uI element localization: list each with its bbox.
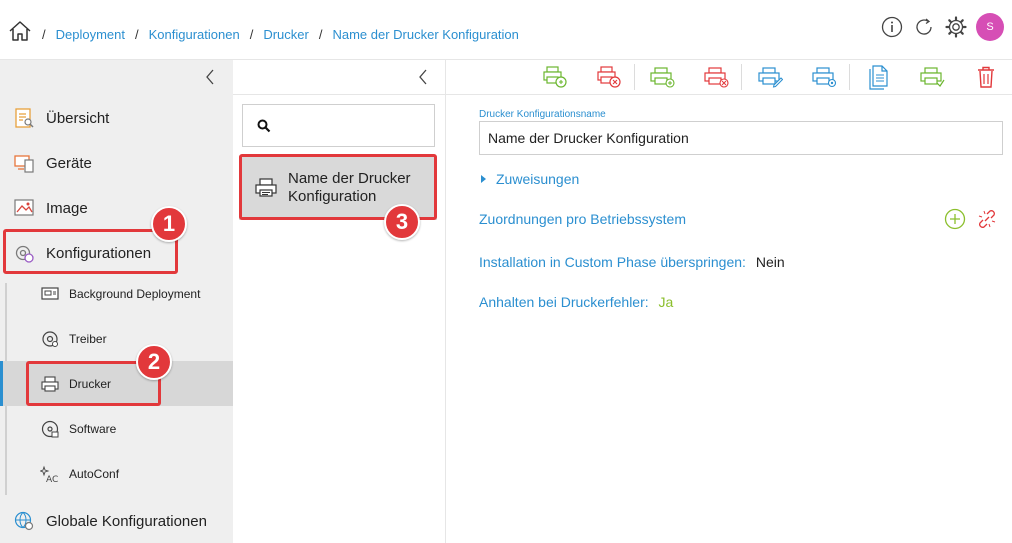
zuordnungen-row: Zuordnungen pro Betriebssystem [479, 211, 686, 227]
custom-phase-value: Nein [755, 254, 785, 270]
remove-config-button[interactable] [595, 64, 623, 90]
toolbar-separator [634, 64, 635, 90]
delete-printer-button[interactable] [702, 64, 730, 90]
breadcrumb: / Deployment / Konfigurationen / Drucker… [42, 27, 519, 42]
expand-triangle-icon [481, 175, 486, 183]
search-box[interactable] [242, 104, 435, 147]
search-input[interactable] [279, 115, 429, 137]
printer-icon [40, 374, 60, 394]
breadcrumb-current[interactable]: Name der Drucker Konfiguration [332, 27, 518, 42]
name-field[interactable] [479, 121, 1003, 155]
add-printer-button[interactable] [648, 64, 676, 90]
sidebar-subitem-background-deployment[interactable]: Background Deployment [0, 271, 233, 316]
sidebar-item-image[interactable]: Image [0, 195, 233, 221]
list-collapse-icon[interactable] [416, 67, 430, 87]
sidebar-collapse-icon[interactable] [203, 67, 217, 87]
add-circle-icon[interactable] [944, 208, 966, 230]
unlink-icon[interactable] [976, 208, 998, 230]
edit-printer-button[interactable] [756, 64, 784, 90]
sidebar-item-konfigurationen[interactable]: Konfigurationen [0, 240, 233, 266]
printer-error-row: Anhalten bei Druckerfehler: Ja [479, 294, 674, 310]
printer-error-value: Ja [658, 294, 674, 310]
zuweisungen-toggle[interactable]: Zuweisungen [481, 171, 579, 187]
sidebar-item-globale-konfigurationen[interactable]: Globale Konfigurationen [0, 508, 233, 534]
callout-badge-3: 3 [384, 204, 420, 240]
export-config-button[interactable] [541, 64, 569, 90]
devices-icon [12, 151, 36, 175]
sidebar-subitem-treiber[interactable]: Treiber [0, 316, 233, 361]
info-icon[interactable] [880, 15, 904, 39]
zuordnungen-actions [944, 208, 998, 230]
configurations-icon [12, 241, 36, 265]
refresh-icon[interactable] [912, 15, 936, 39]
name-field-label: Drucker Konfigurationsname [479, 109, 606, 120]
avatar[interactable]: S [976, 13, 1004, 41]
breadcrumb-drucker[interactable]: Drucker [263, 27, 309, 42]
header: / Deployment / Konfigurationen / Drucker… [0, 0, 1012, 60]
gear-icon[interactable] [944, 15, 968, 39]
background-deployment-icon [40, 284, 60, 304]
sidebar-subitem-drucker[interactable]: Drucker [0, 361, 233, 406]
autoconf-icon: AC [40, 464, 60, 484]
sidebar-item-uebersicht[interactable]: Übersicht [0, 105, 233, 131]
printer-icon [253, 175, 279, 201]
header-actions: S [880, 13, 1004, 41]
sidebar: Übersicht Geräte Image Konfigurationen B… [0, 60, 233, 543]
custom-phase-row: Installation in Custom Phase überspringe… [479, 254, 785, 270]
image-icon [12, 196, 36, 220]
driver-icon [40, 329, 60, 349]
divider [233, 94, 446, 95]
sidebar-item-geraete[interactable]: Geräte [0, 150, 233, 176]
list-panel: Name der Drucker Konfiguration [233, 60, 446, 543]
software-icon [40, 419, 60, 439]
search-icon [257, 119, 271, 133]
detail-panel: Drucker Konfigurationsname Zuweisungen Z… [446, 60, 1012, 543]
overview-icon [12, 106, 36, 130]
toolbar-separator [849, 64, 850, 90]
delete-button[interactable] [972, 64, 1000, 90]
home-icon[interactable] [8, 20, 32, 42]
toolbar-separator [741, 64, 742, 90]
svg-text:AC: AC [46, 475, 58, 484]
sidebar-subitem-software[interactable]: Software [0, 406, 233, 451]
breadcrumb-konfigurationen[interactable]: Konfigurationen [149, 27, 240, 42]
sidebar-subitem-autoconf[interactable]: AC AutoConf [0, 451, 233, 496]
printer-settings-button[interactable] [810, 64, 838, 90]
callout-badge-1: 1 [151, 206, 187, 242]
copy-document-button[interactable] [864, 64, 892, 90]
callout-badge-2: 2 [136, 344, 172, 380]
toolbar [446, 60, 1012, 95]
breadcrumb-deployment[interactable]: Deployment [56, 27, 125, 42]
printer-action-button[interactable] [918, 64, 946, 90]
global-configurations-icon [12, 509, 36, 533]
list-item-label: Name der Drucker Konfiguration [288, 170, 411, 205]
